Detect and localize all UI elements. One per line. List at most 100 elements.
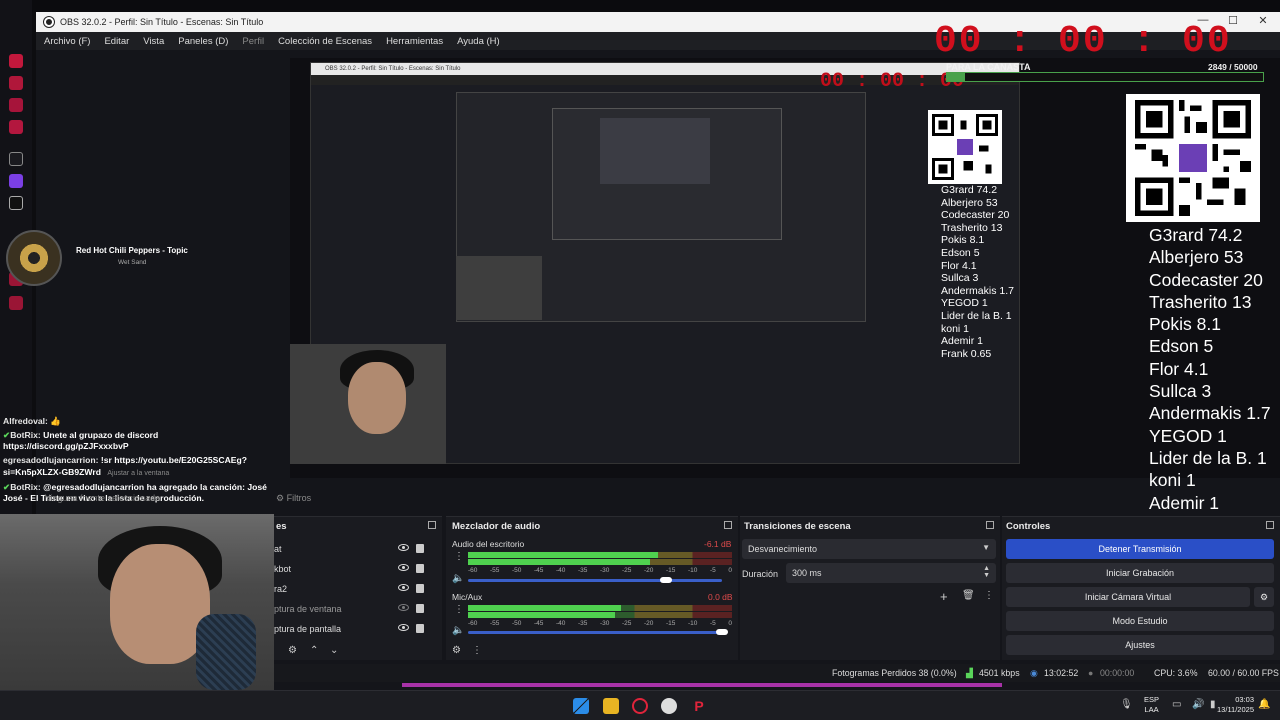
eye-icon[interactable]	[398, 544, 409, 551]
webcam-overlay	[0, 514, 274, 690]
app-p-icon[interactable]: P	[691, 698, 707, 714]
taskbar-clock[interactable]: 03:03 13/11/2025	[1217, 695, 1254, 715]
twitch-icon[interactable]	[9, 174, 23, 188]
channel-name: Audio del escritorio	[452, 539, 525, 549]
network-icon[interactable]: ▭	[1172, 699, 1181, 710]
source-item[interactable]: at	[274, 539, 434, 559]
notification-icon[interactable]: 🔔	[1258, 699, 1270, 710]
volume-slider[interactable]	[468, 631, 722, 634]
more-icon[interactable]: ⋮	[984, 590, 994, 601]
scale-tick: -40	[556, 620, 566, 627]
volume-slider-handle[interactable]	[660, 577, 673, 583]
menu-perfil[interactable]: Perfil	[242, 36, 264, 47]
obs-taskbar-icon[interactable]	[661, 698, 677, 714]
menu-paneles[interactable]: Paneles (D)	[178, 36, 228, 47]
menu-vista[interactable]: Vista	[143, 36, 164, 47]
lock-icon[interactable]	[416, 604, 424, 613]
level-fill	[468, 559, 651, 565]
stop-streaming-button[interactable]: Detener Transmisión	[1006, 539, 1274, 559]
source-settings-icon[interactable]: ⚙	[288, 645, 297, 656]
start-recording-button[interactable]: Iniciar Grabación	[1006, 563, 1274, 583]
file-explorer-icon[interactable]	[603, 698, 619, 714]
menu-coleccion-escenas[interactable]: Colección de Escenas	[278, 36, 372, 47]
filters-tab[interactable]: ⚙ Filtros	[276, 493, 311, 504]
dock-float-icon[interactable]	[428, 521, 436, 529]
chat-message: ✔BotRix: Unete al grupazo de discord htt…	[3, 430, 283, 453]
leaderboard-entry: Lider de la B. 1	[941, 309, 1012, 322]
eye-icon[interactable]	[398, 624, 409, 631]
mail-icon[interactable]	[9, 120, 23, 134]
leaderboard-entry: Flor 4.1	[1149, 358, 1209, 379]
leaderboard-entry: Trasherito 13	[1149, 291, 1252, 312]
lock-icon[interactable]	[416, 564, 424, 573]
mixer-menu-icon[interactable]: ⋮	[472, 645, 482, 656]
source-item[interactable]: ptura de ventana	[274, 599, 434, 619]
move-up-icon[interactable]: ⌃	[310, 645, 318, 656]
app-icon-3[interactable]	[9, 98, 23, 112]
scale-tick: -20	[644, 567, 654, 574]
source-item[interactable]: ptura de pantalla	[274, 619, 434, 639]
start-virtual-camera-button[interactable]: Iniciar Cámara Virtual	[1006, 587, 1250, 607]
rec-icon: ●	[1088, 668, 1094, 678]
leaderboard-entry: Ademir 1	[941, 335, 984, 348]
dock-float-icon[interactable]	[986, 521, 994, 529]
face	[110, 544, 210, 664]
chevron-down-icon: ▼	[982, 543, 990, 552]
mixer-title: Mezclador de audio	[452, 521, 541, 532]
goal-label: PARA LA CANASTA	[946, 62, 1031, 72]
kick-icon[interactable]	[9, 152, 23, 166]
move-down-icon[interactable]: ⌄	[330, 645, 338, 656]
volume-slider-handle[interactable]	[716, 629, 728, 635]
leaderboard-entry: koni 1	[941, 322, 970, 335]
trash-icon[interactable]: 🗑	[962, 590, 975, 601]
source-item[interactable]: kbot	[274, 559, 434, 579]
lock-icon[interactable]	[416, 544, 424, 553]
menu-ayuda[interactable]: Ayuda (H)	[457, 36, 500, 47]
sources-title: es	[276, 521, 287, 532]
settings-button[interactable]: Ajustes	[1006, 635, 1274, 655]
dock-float-icon[interactable]	[724, 521, 732, 529]
windows-start-icon[interactable]	[573, 698, 589, 714]
scale-tick: -60	[468, 620, 478, 627]
opera-icon[interactable]	[632, 698, 648, 714]
stepper-icon[interactable]: ▲ ▼	[983, 565, 990, 579]
eye-hidden-icon[interactable]	[398, 604, 409, 611]
add-icon[interactable]: +	[940, 589, 948, 604]
controls-title: Controles	[1006, 521, 1051, 532]
rec-time: 00:00:00	[1100, 668, 1135, 678]
battery-icon[interactable]: ▮	[1210, 699, 1216, 710]
language-indicator[interactable]: ESP LAA	[1144, 695, 1159, 715]
chat-user: Alfredoval:	[3, 416, 48, 426]
channel-menu-icon[interactable]: ⋮	[454, 604, 464, 615]
lock-icon[interactable]	[416, 584, 424, 593]
eye-icon[interactable]	[398, 584, 409, 591]
gear-icon[interactable]: ⚙	[1254, 587, 1274, 607]
app-icon-1[interactable]	[9, 54, 23, 68]
speaker-icon[interactable]: 🔈	[452, 625, 464, 636]
chat-user: BotRix:	[10, 481, 41, 492]
source-item[interactable]: ra2	[274, 579, 434, 599]
settings-icon[interactable]	[9, 296, 23, 310]
close-button[interactable]: ✕	[1248, 14, 1278, 27]
channel-menu-icon[interactable]: ⋮	[454, 551, 464, 562]
microphone-tray-icon[interactable]: 🎙	[1120, 699, 1133, 710]
volume-slider[interactable]	[468, 579, 722, 582]
menu-editar[interactable]: Editar	[104, 36, 129, 47]
studio-mode-button[interactable]: Modo Estudio	[1006, 611, 1274, 631]
channel-name: Mic/Aux	[452, 592, 483, 602]
dock-float-icon[interactable]	[1266, 521, 1274, 529]
duration-spinbox[interactable]: 300 ms ▲ ▼	[786, 563, 996, 583]
menu-archivo[interactable]: Archivo (F)	[44, 36, 90, 47]
menu-herramientas[interactable]: Herramientas	[386, 36, 443, 47]
x-icon[interactable]	[9, 196, 23, 210]
eye-icon[interactable]	[398, 564, 409, 571]
volume-icon[interactable]: 🔊	[1192, 699, 1204, 710]
mixer-settings-icon[interactable]: ⚙	[452, 645, 461, 656]
lock-icon[interactable]	[416, 624, 424, 633]
scale-tick: -40	[556, 567, 566, 574]
channel-db: 0.0 dB	[708, 592, 733, 602]
transition-select[interactable]: Desvanecimiento ▼	[742, 539, 996, 559]
window-title: OBS 32.0.2 - Perfil: Sin Título - Escena…	[60, 17, 264, 27]
speaker-icon[interactable]: 🔈	[452, 573, 464, 584]
app-icon-2[interactable]	[9, 76, 23, 90]
